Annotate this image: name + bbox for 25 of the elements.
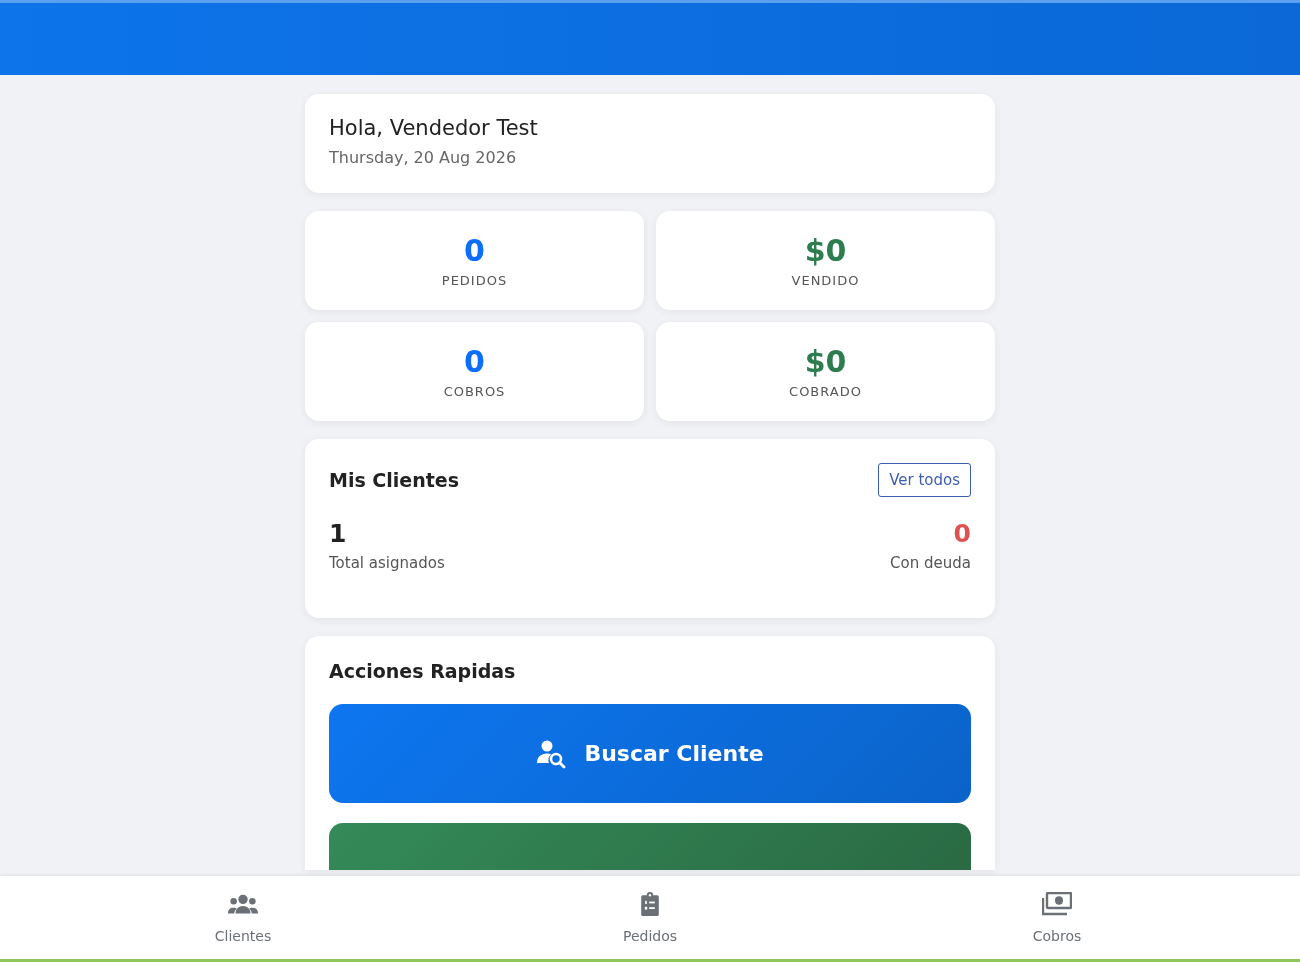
section-title: Acciones Rapidas [329,660,517,682]
stat-label: COBRADO [789,383,862,399]
greeting-date: Thursday, 20 Aug 2026 [329,148,518,167]
nav-tab[interactable]: Clientes [178,876,308,959]
stat-value: 0 [464,344,485,378]
stat-value: 0 [464,233,485,267]
nav-tab[interactable]: Cobros [992,876,1122,959]
stat-label: VENDIDO [791,272,860,288]
action-button[interactable] [329,823,971,870]
debt-clients-value: 0 [952,519,971,548]
nav-tab[interactable]: Pedidos [585,876,715,959]
users-icon [228,892,258,916]
banknotes-icon [1042,892,1072,916]
user-search-icon [536,738,567,769]
debt-clients-label: Con deuda [890,554,971,572]
total-clients-value: 1 [329,519,348,548]
stat-label: PEDIDOS [441,272,508,288]
stat-value: $0 [804,344,847,378]
greeting-title: Hola, Vendedor Test [329,116,539,140]
stat-label: COBROS [443,383,506,399]
view-all-button[interactable]: Ver todos [878,463,971,497]
total-clients-label: Total asignados [329,554,445,572]
section-title: Mis Clientes [329,469,459,491]
action-button[interactable]: Buscar Cliente [329,704,971,803]
stat-value: $0 [804,233,847,267]
